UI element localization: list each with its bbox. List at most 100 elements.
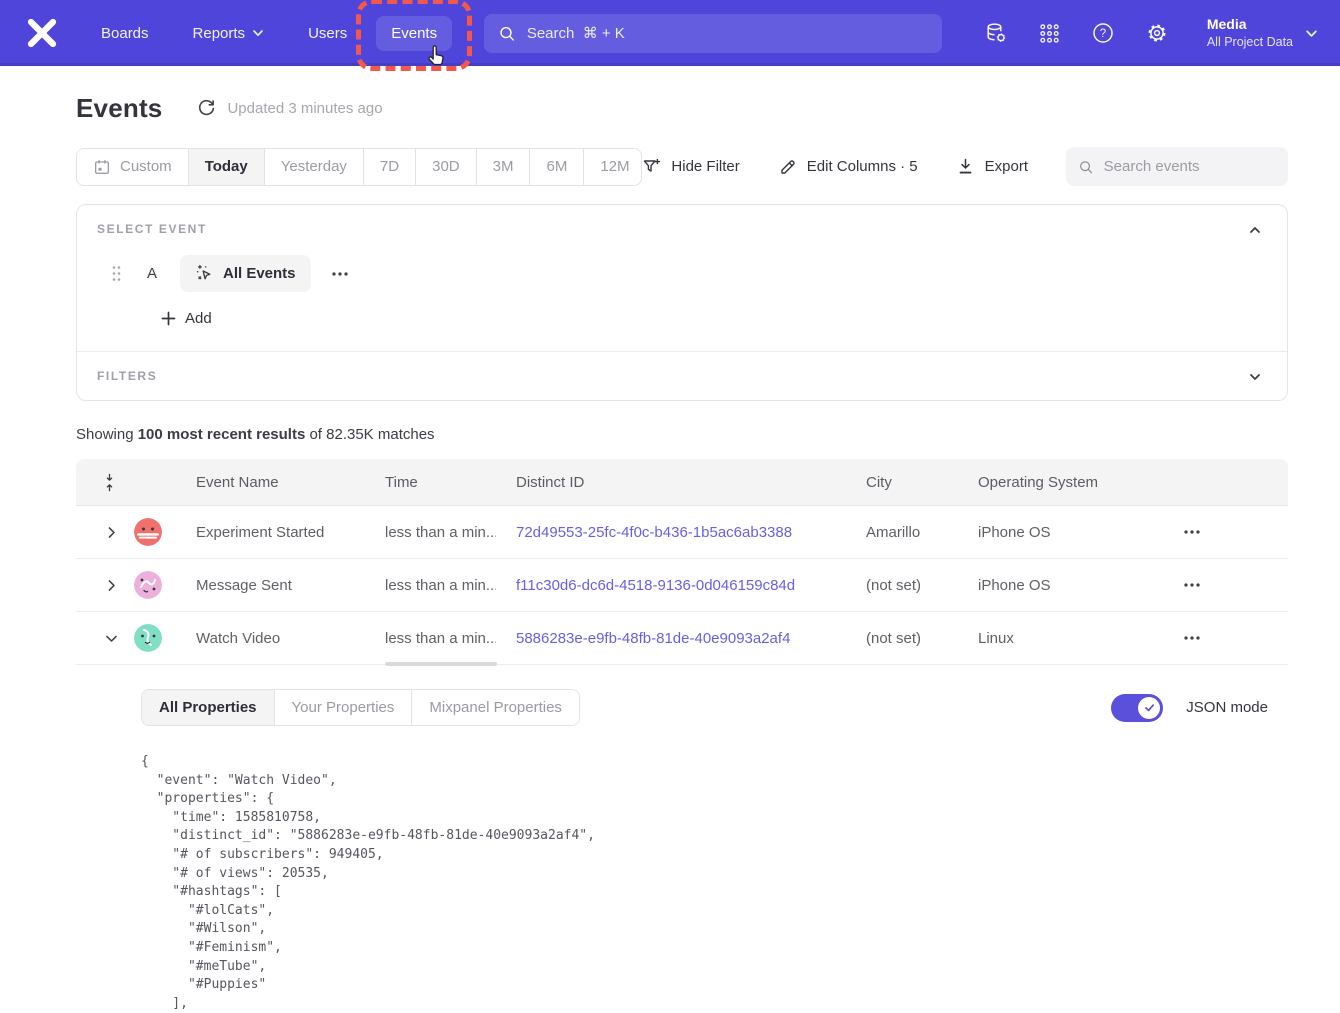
chevron-down-icon bbox=[1305, 27, 1318, 40]
cell-os: Linux bbox=[958, 630, 1148, 647]
toolbar: Custom Today Yesterday 7D 30D 3M 6M 12M … bbox=[76, 147, 1288, 186]
filters-section[interactable]: FILTERS bbox=[77, 351, 1287, 400]
chevron-right-icon bbox=[104, 578, 119, 593]
date-range-yesterday[interactable]: Yesterday bbox=[264, 149, 363, 185]
column-header-time[interactable]: Time bbox=[365, 474, 496, 491]
project-switcher[interactable]: Media All Project Data bbox=[1207, 15, 1318, 51]
results-suffix: of 82.35K matches bbox=[309, 426, 434, 443]
date-range-12m[interactable]: 12M bbox=[583, 149, 642, 185]
settings-gear-icon[interactable] bbox=[1145, 21, 1169, 45]
column-header-city[interactable]: City bbox=[846, 474, 958, 491]
cell-os: iPhone OS bbox=[958, 577, 1148, 594]
row-more-button[interactable] bbox=[1178, 630, 1206, 646]
export-label: Export bbox=[985, 158, 1028, 175]
page-title: Events bbox=[76, 93, 162, 124]
event-avatar-experiment-started bbox=[134, 518, 162, 546]
date-range-today[interactable]: Today bbox=[188, 149, 264, 185]
event-json-viewer: { "event": "Watch Video", "properties": … bbox=[141, 753, 1268, 1013]
collapse-row-button[interactable] bbox=[102, 629, 120, 648]
global-search[interactable] bbox=[484, 14, 942, 53]
cell-distinct-id-link[interactable]: 5886283e-e9fb-48fb-81de-40e9093a2af4 bbox=[496, 630, 846, 647]
search-icon bbox=[498, 24, 516, 43]
nav-item-boards[interactable]: Boards bbox=[86, 16, 164, 51]
column-header-os[interactable]: Operating System bbox=[958, 474, 1148, 491]
all-events-sparkle-cursor-icon bbox=[195, 264, 214, 283]
updated-timestamp: Updated 3 minutes ago bbox=[227, 100, 382, 117]
cell-os: iPhone OS bbox=[958, 524, 1148, 541]
column-header-distinct-id[interactable]: Distinct ID bbox=[496, 474, 846, 491]
export-button[interactable]: Export bbox=[956, 157, 1028, 176]
events-page: { "colors": { "navbar_background": "#4F4… bbox=[0, 0, 1340, 974]
filter-funnel-icon bbox=[642, 157, 661, 176]
chevron-down-icon bbox=[104, 631, 119, 646]
data-management-icon[interactable] bbox=[984, 21, 1008, 45]
cell-time: less than a min... bbox=[365, 630, 496, 647]
page-header: Events Updated 3 minutes ago bbox=[76, 93, 1288, 124]
cell-city: (not set) bbox=[846, 630, 958, 647]
table-row-experiment-started[interactable]: Experiment Started less than a min... 72… bbox=[76, 506, 1288, 559]
expand-row-button[interactable] bbox=[102, 576, 120, 595]
cell-event-name: Watch Video bbox=[176, 630, 365, 647]
search-events-input[interactable] bbox=[1104, 158, 1276, 175]
main-content: Events Updated 3 minutes ago Custom Toda… bbox=[0, 93, 1340, 1013]
svg-text:?: ? bbox=[1100, 28, 1106, 40]
mixpanel-logo-icon[interactable] bbox=[26, 17, 58, 49]
properties-tabs: All Properties Your Properties Mixpanel … bbox=[141, 689, 580, 726]
date-range-7d[interactable]: 7D bbox=[363, 149, 415, 185]
horizontal-scrollbar-thumb[interactable] bbox=[385, 662, 497, 666]
ellipsis-icon bbox=[1184, 636, 1200, 640]
event-selector-label: All Events bbox=[223, 265, 296, 282]
event-row-more-button[interactable] bbox=[326, 266, 354, 282]
results-count: 100 most recent results bbox=[138, 426, 306, 443]
sort-rows-icon[interactable] bbox=[103, 472, 116, 493]
date-range-custom[interactable]: Custom bbox=[77, 149, 188, 185]
cursor-pointer-icon bbox=[424, 45, 448, 69]
date-range-6m[interactable]: 6M bbox=[529, 149, 583, 185]
detail-toolbar: All Properties Your Properties Mixpanel … bbox=[141, 689, 1268, 726]
cell-event-name: Message Sent bbox=[176, 577, 365, 594]
row-more-button[interactable] bbox=[1178, 577, 1206, 593]
tab-mixpanel-properties[interactable]: Mixpanel Properties bbox=[411, 690, 579, 725]
event-row-letter: A bbox=[145, 265, 159, 282]
nav-item-reports-label: Reports bbox=[193, 25, 246, 42]
search-events-field[interactable] bbox=[1066, 147, 1288, 186]
expand-filters-button[interactable] bbox=[1243, 365, 1267, 389]
pencil-icon bbox=[778, 157, 797, 176]
cell-city: (not set) bbox=[846, 577, 958, 594]
refresh-button[interactable] bbox=[197, 99, 216, 118]
edit-columns-label: Edit Columns · 5 bbox=[807, 158, 918, 175]
nav-item-users[interactable]: Users bbox=[293, 16, 362, 51]
tab-all-properties[interactable]: All Properties bbox=[142, 690, 274, 725]
json-mode-label: JSON mode bbox=[1186, 699, 1268, 716]
date-range-30d[interactable]: 30D bbox=[415, 149, 476, 185]
tab-your-properties[interactable]: Your Properties bbox=[274, 690, 412, 725]
nav-events-wrap: Events bbox=[376, 16, 452, 51]
drag-handle-icon[interactable] bbox=[111, 265, 122, 282]
plus-icon bbox=[161, 311, 176, 326]
collapse-section-button[interactable] bbox=[1243, 218, 1267, 242]
nav-item-reports[interactable]: Reports bbox=[178, 16, 280, 51]
row-more-button[interactable] bbox=[1178, 524, 1206, 540]
project-scope: All Project Data bbox=[1207, 34, 1293, 51]
global-search-input[interactable] bbox=[527, 25, 928, 42]
table-row-message-sent[interactable]: Message Sent less than a min... f11c30d6… bbox=[76, 559, 1288, 612]
chevron-down-icon bbox=[1248, 370, 1262, 384]
edit-columns-button[interactable]: Edit Columns · 5 bbox=[778, 157, 918, 176]
apps-grid-icon[interactable] bbox=[1038, 22, 1061, 45]
help-icon[interactable]: ? bbox=[1091, 21, 1115, 45]
chevron-right-icon bbox=[104, 525, 119, 540]
event-selector-button[interactable]: All Events bbox=[180, 255, 311, 292]
ellipsis-icon bbox=[1184, 530, 1200, 534]
table-row-watch-video[interactable]: Watch Video less than a min... 5886283e-… bbox=[76, 612, 1288, 665]
cell-distinct-id-link[interactable]: 72d49553-25fc-4f0c-b436-1b5ac6ab3388 bbox=[496, 524, 846, 541]
filters-heading: FILTERS bbox=[97, 369, 1267, 383]
cell-time: less than a min... bbox=[365, 524, 496, 541]
hide-filter-button[interactable]: Hide Filter bbox=[642, 157, 739, 176]
json-mode-toggle[interactable] bbox=[1111, 694, 1163, 722]
column-header-event-name[interactable]: Event Name bbox=[176, 474, 365, 491]
add-event-button[interactable]: Add bbox=[161, 310, 212, 327]
cell-distinct-id-link[interactable]: f11c30d6-dc6d-4518-9136-0d046159c84d bbox=[496, 577, 846, 594]
date-range-3m[interactable]: 3M bbox=[476, 149, 530, 185]
cell-time: less than a min... bbox=[365, 577, 496, 594]
expand-row-button[interactable] bbox=[102, 523, 120, 542]
